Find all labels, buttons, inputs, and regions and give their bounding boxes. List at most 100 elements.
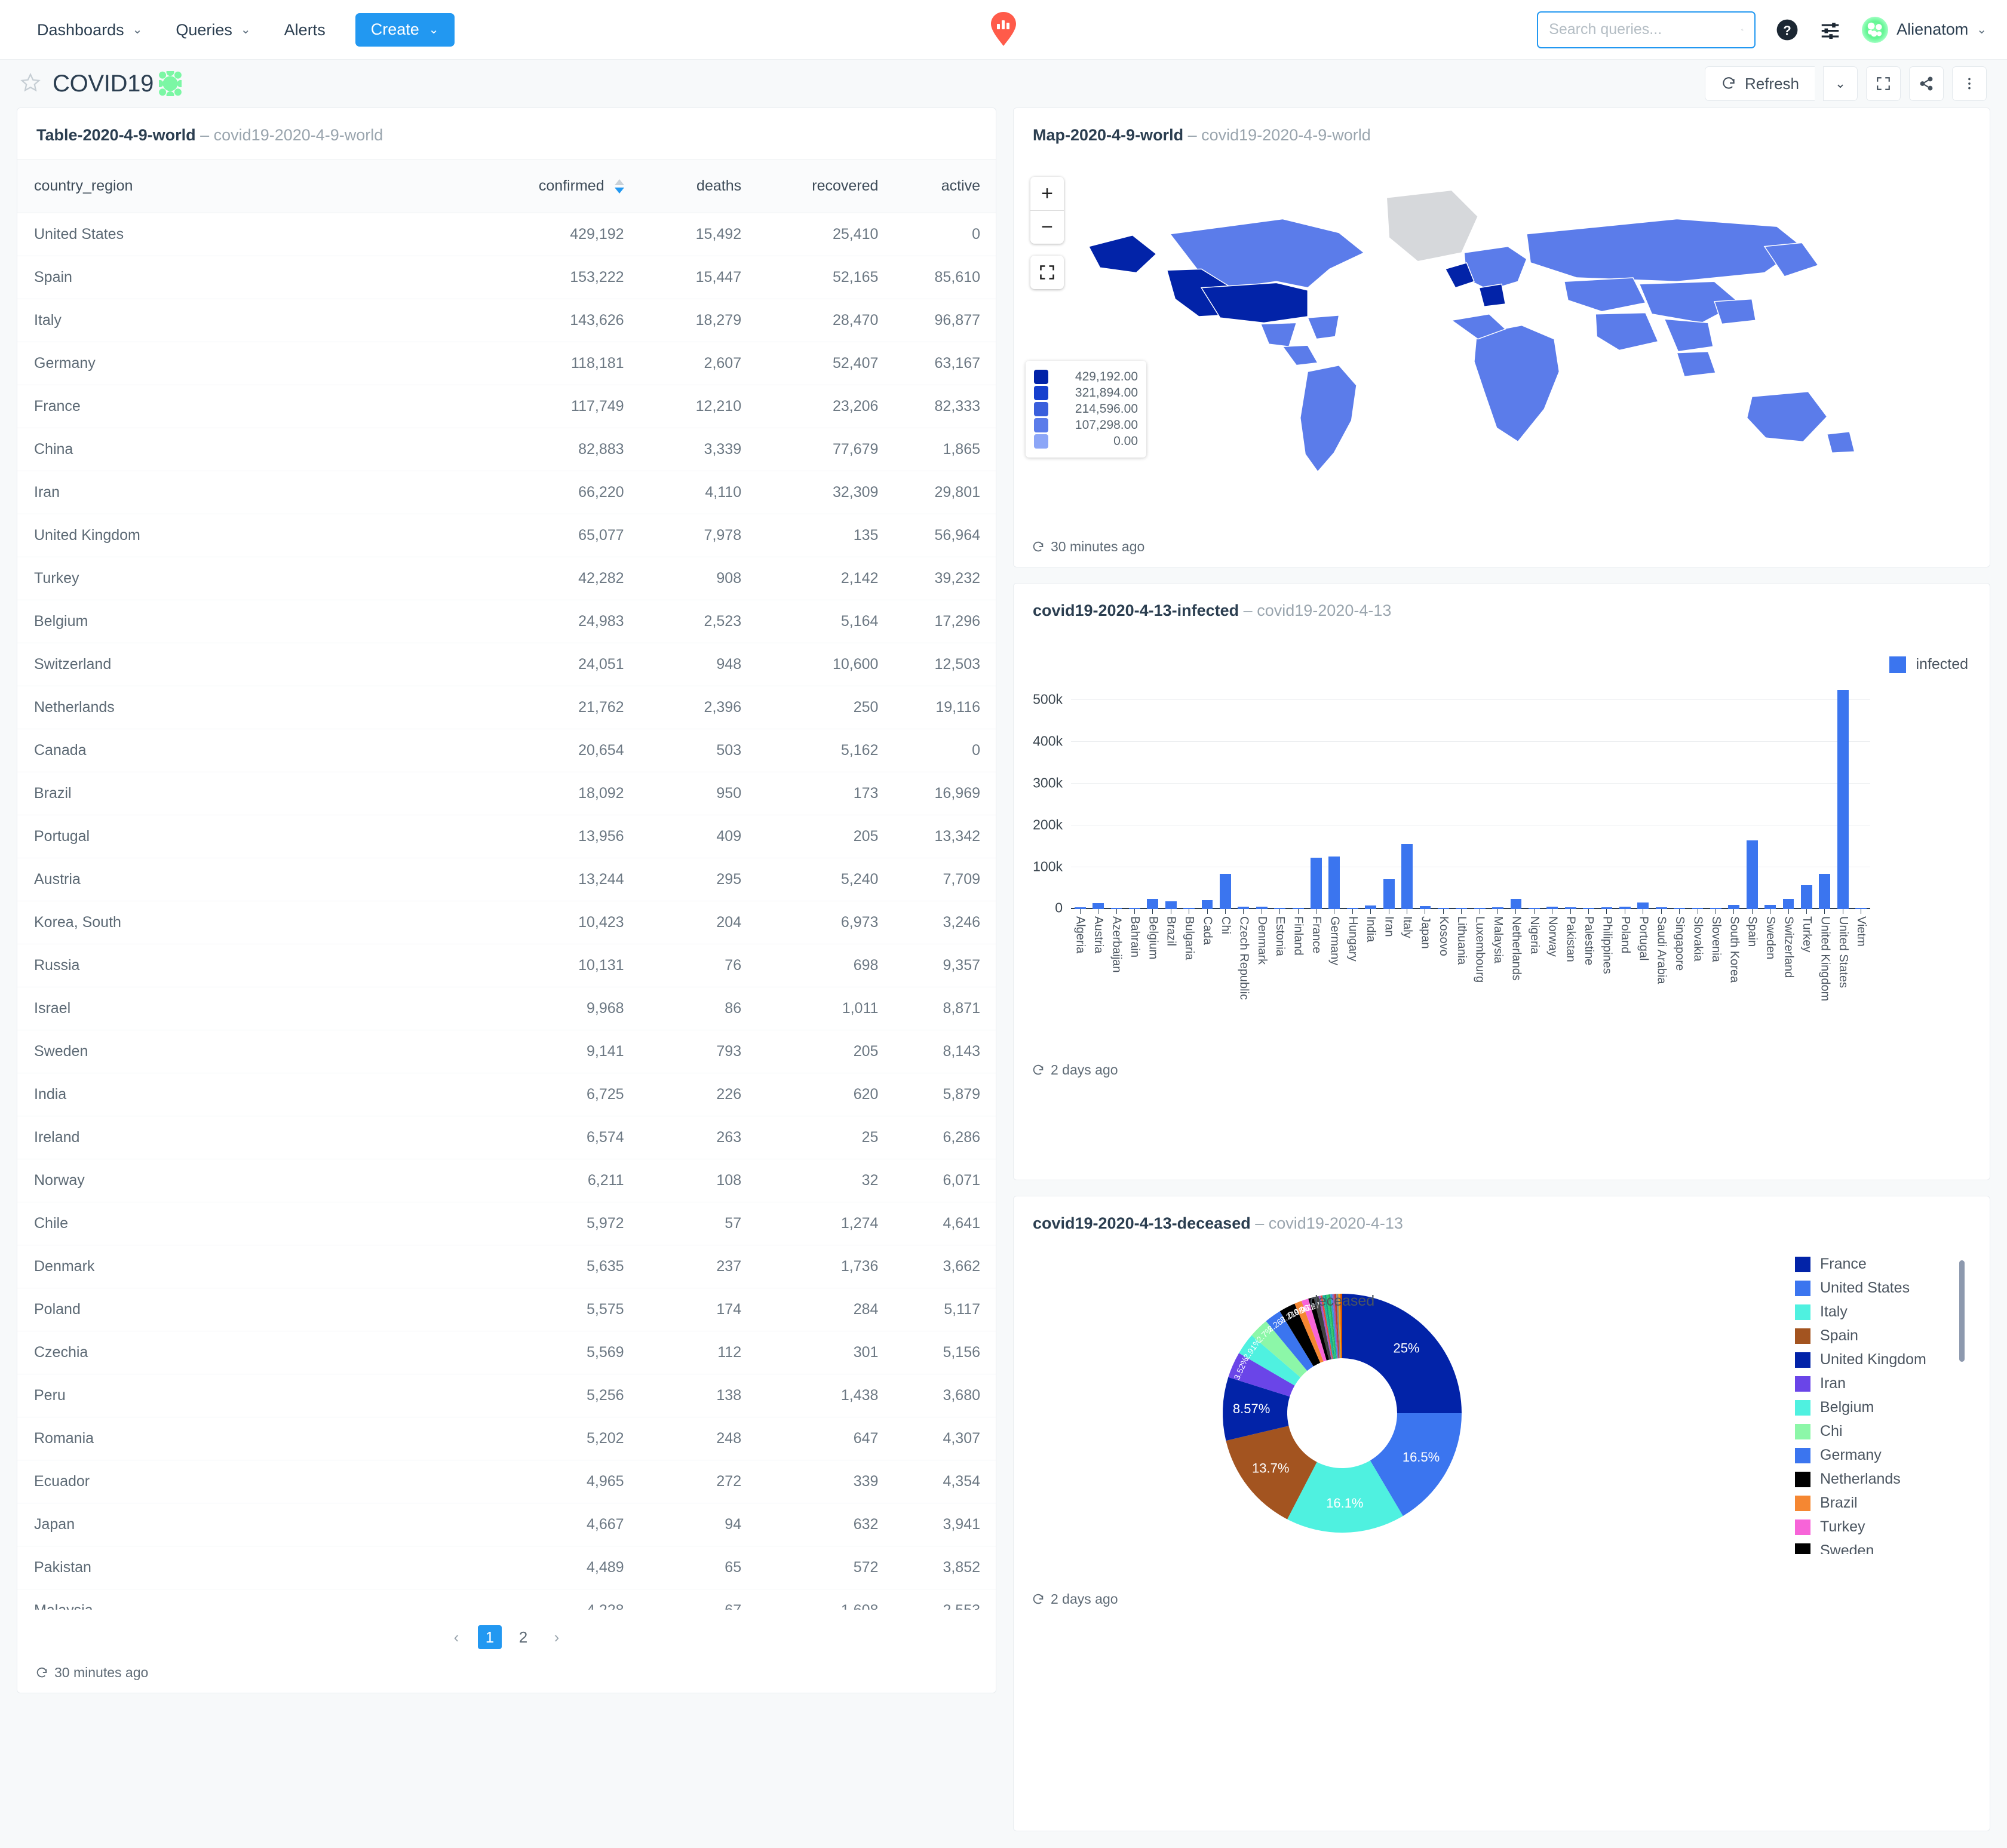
map-fullscreen-button[interactable] xyxy=(1030,256,1064,289)
bar-column[interactable]: Netherlands xyxy=(1507,675,1525,981)
legend-item[interactable]: Brazil xyxy=(1795,1494,1968,1512)
table-row[interactable]: Canada 20,654 503 5,162 0 xyxy=(17,729,996,772)
bar[interactable] xyxy=(1328,856,1340,909)
bar[interactable] xyxy=(1201,900,1213,909)
bar-column[interactable]: Saudi Arabia xyxy=(1652,675,1670,984)
table-row[interactable]: Ireland 6,574 263 25 6,286 xyxy=(17,1116,996,1159)
table-row[interactable]: Iran 66,220 4,110 32,309 29,801 xyxy=(17,471,996,514)
bar[interactable] xyxy=(1819,874,1831,909)
bar-column[interactable]: Lithuania xyxy=(1453,675,1471,965)
donut-legend[interactable]: France United States Italy Spain United King… xyxy=(1789,1255,1968,1554)
column-header-confirmed[interactable]: confirmed xyxy=(467,159,624,213)
bar[interactable] xyxy=(1837,689,1849,909)
bar-column[interactable]: Luxembourg xyxy=(1471,675,1489,983)
refresh-button[interactable]: Refresh xyxy=(1704,66,1815,101)
bar[interactable] xyxy=(1728,905,1740,909)
table-scroll-area[interactable]: country_region confirmed deaths recovere… xyxy=(17,159,996,1610)
user-menu[interactable]: Alienatom ⌄ xyxy=(1862,16,1987,43)
table-row[interactable]: Pakistan 4,489 65 572 3,852 xyxy=(17,1546,996,1589)
bar-column[interactable]: Finland xyxy=(1289,675,1307,956)
legend-item[interactable]: France xyxy=(1795,1255,1968,1273)
bar[interactable] xyxy=(1764,905,1776,909)
bar-column[interactable]: Singapore xyxy=(1670,675,1688,971)
table-row[interactable]: Switzerland 24,051 948 10,600 12,503 xyxy=(17,643,996,686)
bar-column[interactable]: Cada xyxy=(1198,675,1216,945)
pagination-next[interactable]: › xyxy=(545,1625,569,1649)
bar-column[interactable]: Sweden xyxy=(1761,675,1779,959)
table-row[interactable]: Spain 153,222 15,447 52,165 85,610 xyxy=(17,256,996,299)
table-row[interactable]: Romania 5,202 248 647 4,307 xyxy=(17,1417,996,1460)
nav-item-alerts[interactable]: Alerts xyxy=(268,0,342,60)
help-circle-icon[interactable]: ? xyxy=(1776,19,1799,41)
legend-item[interactable]: United Kingdom xyxy=(1795,1351,1968,1368)
search-input[interactable] xyxy=(1549,21,1742,38)
bar[interactable] xyxy=(1637,902,1649,909)
bar-column[interactable]: Belgium xyxy=(1144,675,1162,959)
table-row[interactable]: Korea, South 10,423 204 6,973 3,246 xyxy=(17,901,996,944)
bar[interactable] xyxy=(1801,885,1812,909)
bar[interactable] xyxy=(1311,857,1322,909)
bar-column[interactable]: Turkey xyxy=(1797,675,1815,952)
bar-column[interactable]: Bahrain xyxy=(1125,675,1143,957)
map-zoom-in-button[interactable]: + xyxy=(1030,177,1064,210)
table-row[interactable]: Czechia 5,569 112 301 5,156 xyxy=(17,1331,996,1374)
bar-column[interactable]: Azerbaijan xyxy=(1107,675,1125,973)
pagination-page-1[interactable]: 1 xyxy=(478,1625,502,1649)
table-row[interactable]: France 117,749 12,210 23,206 82,333 xyxy=(17,385,996,428)
bar-column[interactable]: Iran xyxy=(1380,675,1398,937)
legend-item[interactable]: United States xyxy=(1795,1279,1968,1297)
bar-column[interactable]: Italy xyxy=(1398,675,1416,938)
table-row[interactable]: Brazil 18,092 950 173 16,969 xyxy=(17,772,996,815)
bar[interactable] xyxy=(1782,898,1794,909)
table-row[interactable]: Peru 5,256 138 1,438 3,680 xyxy=(17,1374,996,1417)
column-header-country[interactable]: country_region xyxy=(17,159,468,213)
bar-column[interactable]: Brazil xyxy=(1162,675,1180,946)
bar-column[interactable]: Palestine xyxy=(1579,675,1597,965)
legend-item[interactable]: Germany xyxy=(1795,1447,1968,1464)
column-header-recovered[interactable]: recovered xyxy=(741,159,879,213)
bar-column[interactable]: Norway xyxy=(1543,675,1561,957)
bar-column[interactable]: Chi xyxy=(1216,675,1234,934)
fullscreen-button[interactable] xyxy=(1866,66,1901,101)
table-row[interactable]: Norway 6,211 108 32 6,071 xyxy=(17,1159,996,1202)
column-header-deaths[interactable]: deaths xyxy=(624,159,742,213)
bar-column[interactable]: Denmark xyxy=(1253,675,1271,965)
table-row[interactable]: Malaysia4,228671,6082,553 xyxy=(17,1589,996,1610)
table-row[interactable]: United States 429,192 15,492 25,410 0 xyxy=(17,213,996,256)
bar-column[interactable]: Philippines xyxy=(1598,675,1616,974)
legend-item[interactable]: Sweden xyxy=(1795,1542,1968,1554)
bar-column[interactable]: Vietm xyxy=(1852,675,1870,947)
bar-column[interactable]: Slovenia xyxy=(1707,675,1724,962)
bar-column[interactable]: Japan xyxy=(1416,675,1434,949)
bar-column[interactable]: Germany xyxy=(1325,675,1343,965)
donut-chart-canvas[interactable]: deceased 25% 16.5% 16.1% 13.7% 8.57% 3.52% 2.9… xyxy=(1014,1247,1990,1582)
bar-column[interactable]: Hungary xyxy=(1343,675,1361,962)
bar-column[interactable]: Slovakia xyxy=(1689,675,1707,962)
bar-column[interactable]: France xyxy=(1307,675,1325,953)
pagination-prev[interactable]: ‹ xyxy=(444,1625,468,1649)
legend-item[interactable]: Netherlands xyxy=(1795,1471,1968,1488)
bar-column[interactable]: Spain xyxy=(1743,675,1761,947)
table-row[interactable]: Netherlands 21,762 2,396 250 19,116 xyxy=(17,686,996,729)
table-row[interactable]: India 6,725 226 620 5,879 xyxy=(17,1073,996,1116)
bar-column[interactable]: India xyxy=(1362,675,1380,942)
table-row[interactable]: Denmark 5,635 237 1,736 3,662 xyxy=(17,1245,996,1288)
bar[interactable] xyxy=(1383,879,1395,909)
pagination-page-2[interactable]: 2 xyxy=(511,1625,535,1649)
table-row[interactable]: Japan 4,667 94 632 3,941 xyxy=(17,1503,996,1546)
legend-item[interactable]: Spain xyxy=(1795,1327,1968,1344)
bar[interactable] xyxy=(1093,903,1104,909)
bar[interactable] xyxy=(1220,874,1231,909)
map-canvas[interactable]: + − 429,192.00 321,894.00 214,596.00 107… xyxy=(1014,159,1990,529)
bar-column[interactable]: Portugal xyxy=(1634,675,1652,961)
bar-column[interactable]: Malaysia xyxy=(1489,675,1506,963)
table-row[interactable]: United Kingdom 65,077 7,978 135 56,964 xyxy=(17,514,996,557)
table-row[interactable]: Poland 5,575 174 284 5,117 xyxy=(17,1288,996,1331)
map-zoom-controls[interactable]: + − xyxy=(1030,177,1064,244)
table-row[interactable]: Italy 143,626 18,279 28,470 96,877 xyxy=(17,299,996,342)
table-row[interactable]: Austria 13,244 295 5,240 7,709 xyxy=(17,858,996,901)
bar-column[interactable]: Bulgaria xyxy=(1180,675,1198,960)
bar-column[interactable]: Czech Republic xyxy=(1235,675,1253,1000)
bar-column[interactable]: United States xyxy=(1834,675,1852,988)
redash-logo-icon[interactable] xyxy=(983,8,1024,53)
